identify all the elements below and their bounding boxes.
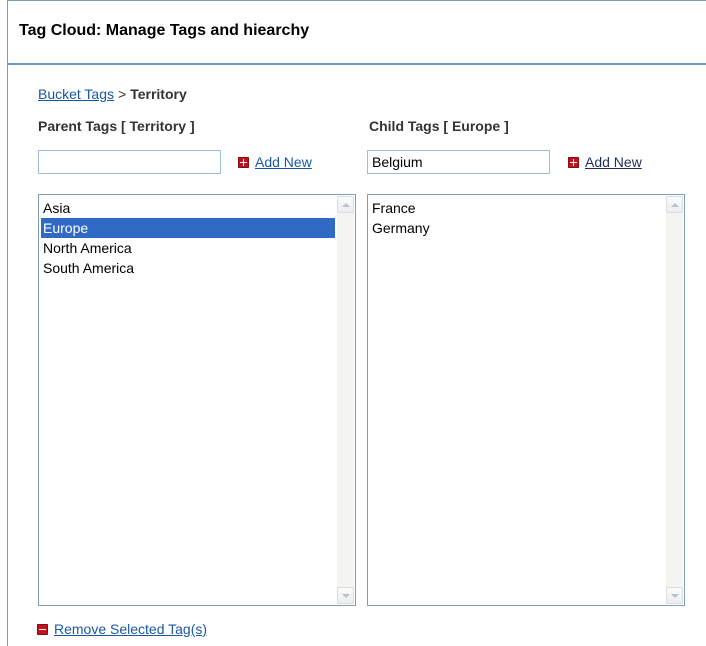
- arrow-up-icon: [670, 202, 679, 207]
- breadcrumb-current: Territory: [130, 86, 187, 102]
- parent-scroll-down-button[interactable]: [337, 587, 354, 604]
- child-list-item[interactable]: Germany: [370, 218, 664, 238]
- tag-cloud-panel: Tag Cloud: Manage Tags and hiearchy Buck…: [7, 0, 706, 646]
- breadcrumb-bucket-tags-link[interactable]: Bucket Tags: [38, 86, 114, 102]
- parent-tag-input[interactable]: [38, 150, 221, 174]
- parent-add-new-label: Add New: [255, 154, 312, 170]
- child-scroll-down-button[interactable]: [666, 587, 683, 604]
- parent-list-item[interactable]: Asia: [41, 198, 335, 218]
- plus-icon: [238, 156, 249, 168]
- parent-tags-listbox[interactable]: Asia Europe North America South America: [38, 194, 356, 606]
- child-tag-input[interactable]: [367, 150, 550, 174]
- arrow-down-icon: [341, 593, 350, 598]
- breadcrumb: Bucket Tags > Territory: [38, 86, 187, 102]
- child-add-new-button[interactable]: Add New: [568, 154, 642, 170]
- arrow-up-icon: [341, 202, 350, 207]
- parent-tags-label: Parent Tags [ Territory ]: [38, 118, 195, 134]
- page-title: Tag Cloud: Manage Tags and hiearchy: [19, 22, 310, 39]
- parent-list-item[interactable]: North America: [41, 238, 335, 258]
- remove-selected-tags-label: Remove Selected Tag(s): [54, 621, 208, 637]
- parent-tags-list: Asia Europe North America South America: [41, 198, 335, 278]
- child-tags-listbox[interactable]: France Germany: [367, 194, 685, 606]
- child-tags-list: France Germany: [370, 198, 664, 238]
- parent-list-item[interactable]: South America: [41, 258, 335, 278]
- parent-add-new-button[interactable]: Add New: [238, 154, 312, 170]
- breadcrumb-separator: >: [118, 86, 127, 102]
- parent-list-item[interactable]: Europe: [41, 218, 335, 238]
- child-add-new-label: Add New: [585, 154, 642, 170]
- child-scroll-up-button[interactable]: [666, 196, 683, 213]
- parent-scrollbar[interactable]: [337, 196, 354, 604]
- minus-icon: [37, 623, 48, 635]
- parent-scroll-up-button[interactable]: [337, 196, 354, 213]
- arrow-down-icon: [670, 593, 679, 598]
- child-scrollbar[interactable]: [666, 196, 683, 604]
- plus-icon: [568, 156, 579, 168]
- child-list-item[interactable]: France: [370, 198, 664, 218]
- remove-selected-tags-button[interactable]: Remove Selected Tag(s): [37, 621, 207, 637]
- panel-header: Tag Cloud: Manage Tags and hiearchy: [8, 1, 706, 65]
- child-tags-label: Child Tags [ Europe ]: [369, 118, 509, 134]
